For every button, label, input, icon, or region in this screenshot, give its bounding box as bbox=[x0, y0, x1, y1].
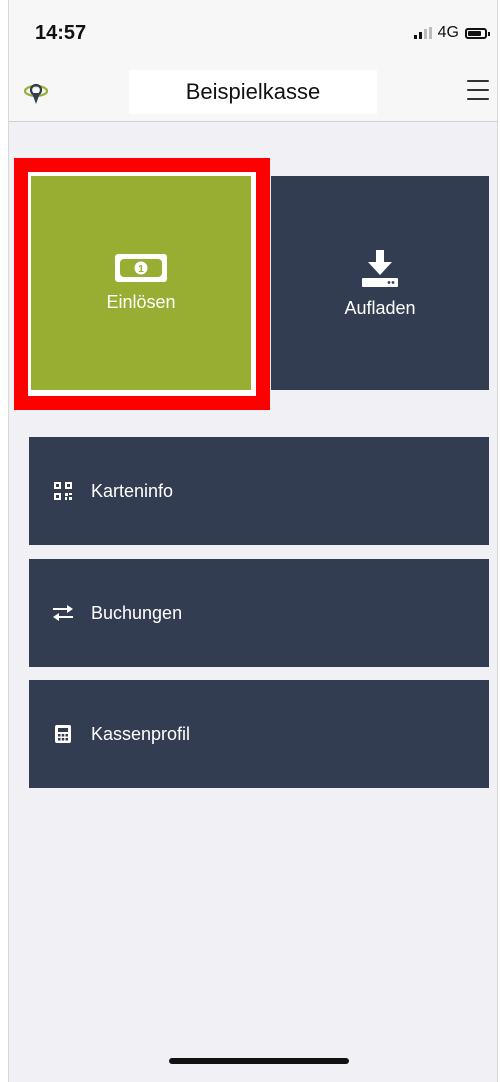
network-type: 4G bbox=[437, 24, 459, 41]
status-bar: 14:57 4G bbox=[9, 0, 497, 66]
buchungen-button[interactable]: Buchungen bbox=[29, 559, 489, 667]
einloesen-tile-button[interactable]: 1 Einlösen bbox=[31, 176, 251, 390]
kassenprofil-label: Kassenprofil bbox=[91, 723, 191, 744]
phone-screen: 14:57 4G Beispielkasse 1 Einlösen Auflad… bbox=[8, 0, 498, 1082]
nav-bar: Beispielkasse bbox=[9, 66, 497, 122]
transfer-arrows-icon bbox=[53, 603, 73, 623]
home-indicator[interactable] bbox=[169, 1058, 349, 1064]
kassenprofil-button[interactable]: Kassenprofil bbox=[29, 680, 489, 788]
location-pin-logo-icon[interactable] bbox=[23, 80, 49, 106]
qr-code-icon bbox=[53, 481, 73, 501]
banknote-icon: 1 bbox=[115, 253, 167, 282]
hamburger-menu-icon[interactable] bbox=[467, 80, 489, 100]
battery-icon bbox=[465, 27, 490, 39]
status-indicators: 4G bbox=[413, 24, 490, 42]
aufladen-tile-button[interactable]: Aufladen bbox=[271, 176, 489, 390]
karteninfo-label: Karteninfo bbox=[91, 480, 174, 501]
calculator-icon bbox=[53, 724, 73, 744]
download-icon bbox=[362, 249, 398, 287]
status-time: 14:57 bbox=[35, 22, 87, 44]
karteninfo-button[interactable]: Karteninfo bbox=[29, 437, 489, 545]
aufladen-label: Aufladen bbox=[344, 297, 416, 318]
buchungen-label: Buchungen bbox=[91, 602, 183, 623]
einloesen-label: Einlösen bbox=[106, 291, 176, 312]
page-title: Beispielkasse bbox=[129, 70, 377, 114]
signal-icon bbox=[413, 27, 432, 39]
svg-text:1: 1 bbox=[138, 264, 144, 275]
